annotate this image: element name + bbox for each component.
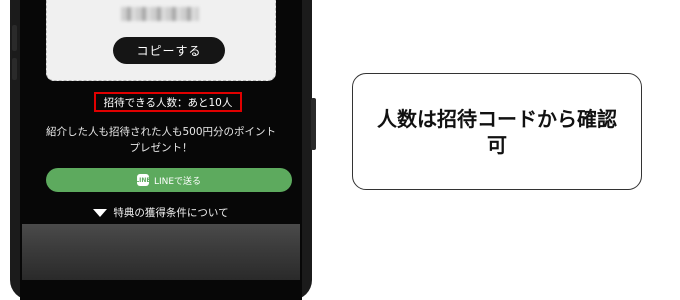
triangle-down-icon [93,208,108,217]
conditions-toggle[interactable]: 特典の獲得条件について [20,205,302,220]
invite-code-blurred [121,7,199,21]
blurred-banner-image [22,224,300,280]
description-line-2: プレゼント！ [129,142,193,154]
phone-side-button [12,58,17,80]
line-share-label: LINEで送る [153,176,202,187]
invite-count-text: 招待できる人数：あと10人 [94,92,242,112]
copy-button[interactable]: コピーする [113,37,225,64]
line-share-button[interactable]: LINE LINEで送る [46,168,292,192]
conditions-link-text: 特典の獲得条件について [113,207,229,219]
description-line-1: 紹介した人も招待された人も500円分のポイント [45,126,277,138]
phone-side-button [12,25,17,51]
invite-code-card: コピーする [46,0,276,81]
referral-description: 紹介した人も招待された人も500円分のポイント プレゼント！ [20,124,302,156]
callout-text: 人数は招待コードから確認可 [377,106,617,157]
phone-frame: コピーする 招待できる人数：あと10人 紹介した人も招待された人も500円分のポ… [10,0,316,300]
callout-box: 人数は招待コードから確認可 [352,73,642,190]
phone-side-button [311,98,316,150]
line-icon: LINE [135,174,151,186]
